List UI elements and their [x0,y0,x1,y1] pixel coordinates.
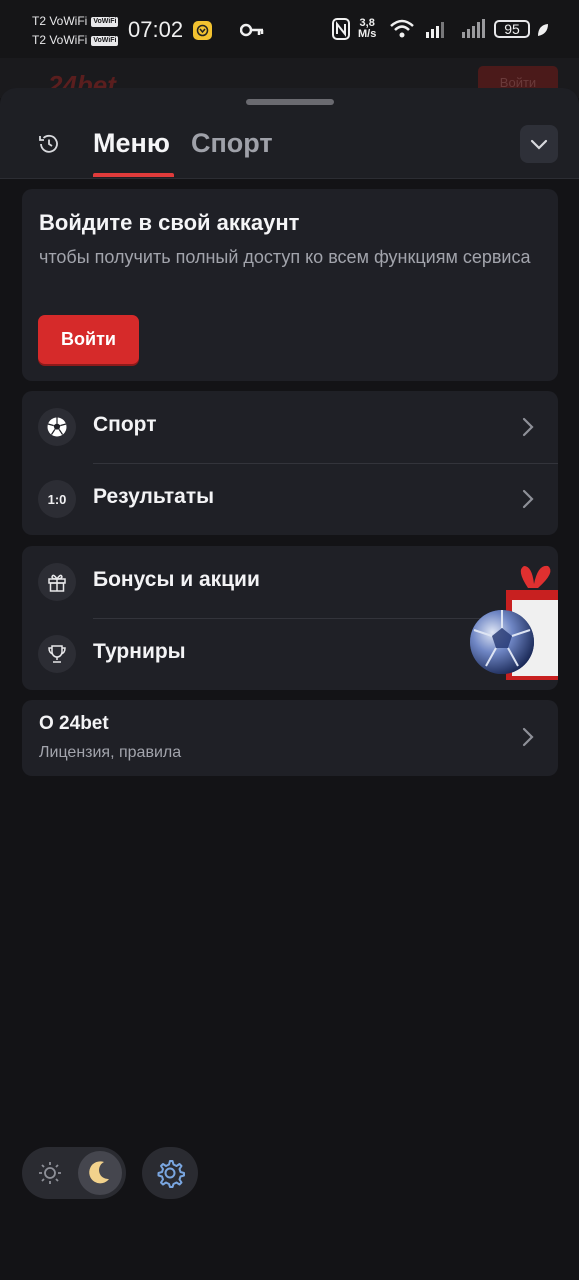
login-button[interactable]: Войти [38,315,139,364]
gear-icon [157,1160,185,1188]
wifi-icon [390,19,414,38]
active-tab-indicator [93,173,174,177]
drag-handle[interactable] [246,99,334,105]
leaf-icon [538,24,548,36]
menu-item-label: Результаты [93,485,215,508]
tab-sport[interactable]: Спорт [191,128,273,159]
vowifi-badge: VoWiFi [91,35,119,46]
menu-item-sport[interactable]: Спорт [22,391,558,463]
carrier-1: T2 VoWiFi VoWiFi [32,14,119,28]
menu-group-promo: Бонусы и акции Турниры [22,546,558,690]
login-subtitle: чтобы получить полный доступ ко всем фун… [39,247,531,267]
gift-icon [38,563,76,601]
menu-item-results[interactable]: 1:0 Результаты [22,463,558,535]
about-card[interactable]: О 24bet Лицензия, правила [22,700,558,776]
about-title: О 24bet [39,713,109,734]
history-icon[interactable] [36,131,62,157]
clock: 07:02 [128,17,184,42]
score-icon: 1:0 [38,480,76,518]
carrier-2-label: T2 VoWiFi [32,33,88,47]
tab-menu[interactable]: Меню [93,128,170,159]
nfc-icon [332,18,350,40]
settings-button[interactable] [142,1147,198,1199]
login-card: Войдите в свой аккаунт чтобы получить по… [22,189,558,381]
sheet-header: Меню Спорт [0,88,579,179]
about-subtitle: Лицензия, правила [39,744,182,761]
promo-gift-ball-illustration [470,565,558,680]
carrier-1-label: T2 VoWiFi [32,14,88,28]
trophy-icon [38,635,76,673]
signal-2-icon [462,19,485,38]
menu-item-label: Спорт [93,413,157,436]
app-notification-icon [193,21,212,40]
moon-toggle-active[interactable] [78,1151,122,1195]
chevron-right-icon [522,489,534,509]
status-bar: T2 VoWiFi VoWiFi T2 VoWiFi VoWiFi 07:02 3,… [0,0,579,58]
moon-icon [89,1161,109,1184]
vpn-key-icon [240,23,264,37]
collapse-button[interactable] [520,125,558,163]
menu-item-label: Турниры [93,640,186,663]
chevron-right-icon [522,727,534,747]
theme-toggle[interactable] [22,1147,126,1199]
sun-icon[interactable] [36,1159,64,1187]
vowifi-badge: VoWiFi [91,16,119,27]
menu-sheet: Меню Спорт Войдите в свой аккаунт чтобы … [0,88,579,1280]
carrier-2: T2 VoWiFi VoWiFi [32,33,119,47]
menu-item-label: Бонусы и акции [93,568,260,591]
speed-unit: M/s [358,28,377,40]
menu-group-main: Спорт 1:0 Результаты [22,391,558,535]
soccer-ball-icon [38,408,76,446]
network-speed: 3,8 M/s [358,18,376,40]
chevron-right-icon [522,417,534,437]
signal-1-icon [426,22,444,38]
chevron-down-icon [530,139,548,150]
login-title: Войдите в свой аккаунт [39,210,300,235]
battery-indicator: 95 [494,20,530,38]
